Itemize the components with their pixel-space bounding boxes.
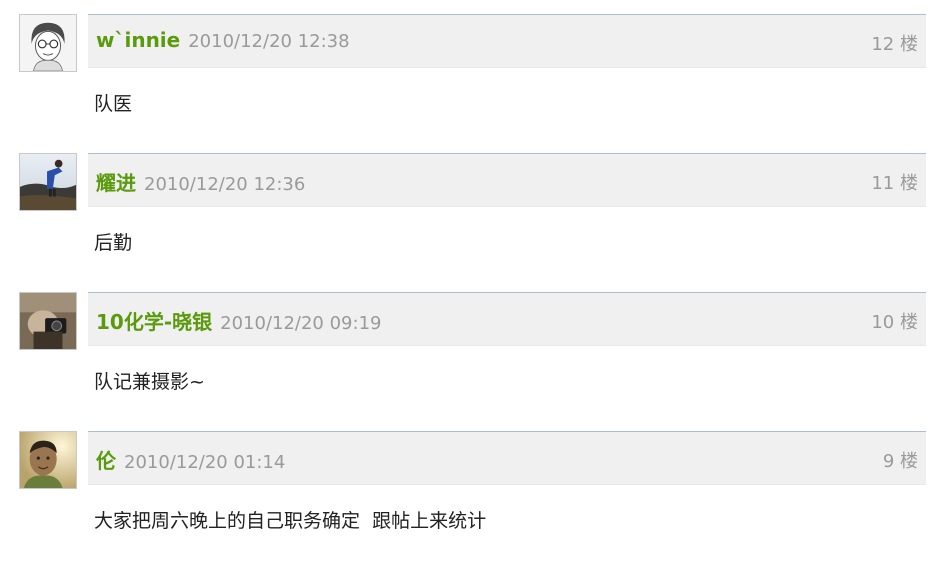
author-label: w`innie <box>96 28 181 52</box>
post-time: 2010/12/20 01:14 <box>124 452 286 473</box>
portrait-photo-avatar <box>20 432 76 488</box>
post-content: 队记兼摄影~ <box>94 371 205 393</box>
author-label: 伦 <box>96 449 116 473</box>
author-label: 10化学-晓银 <box>96 310 213 334</box>
author-name[interactable]: 伦 2010/12/20 01:14 <box>96 445 285 474</box>
post-12: w`innie 2010/12/20 12:38 12 楼 队医 <box>0 14 949 153</box>
avatar[interactable] <box>19 153 77 211</box>
author-name[interactable]: 耀进 2010/12/20 12:36 <box>96 167 305 196</box>
floor-number: 10 楼 <box>871 312 918 333</box>
post-header: 10化学-晓银 2010/12/20 09:19 10 楼 <box>88 292 926 346</box>
avatar[interactable] <box>19 14 77 72</box>
post-content: 队医 <box>94 93 133 115</box>
avatar[interactable] <box>19 292 77 350</box>
floor-number: 11 楼 <box>871 173 918 194</box>
post-11: 耀进 2010/12/20 12:36 11 楼 后勤 <box>0 153 949 292</box>
post-header: 伦 2010/12/20 01:14 9 楼 <box>88 431 926 485</box>
outdoor-photo-avatar <box>20 154 76 210</box>
post-header: w`innie 2010/12/20 12:38 12 楼 <box>88 14 926 68</box>
post-content: 大家把周六晚上的自己职务确定 跟帖上来统计 <box>94 510 487 532</box>
post-9: 伦 2010/12/20 01:14 9 楼 大家把周六晚上的自己职务确定 跟帖上… <box>0 431 949 570</box>
author-label: 耀进 <box>96 171 136 195</box>
sketch-portrait-avatar <box>20 15 76 71</box>
author-name[interactable]: 10化学-晓银 2010/12/20 09:19 <box>96 306 381 335</box>
camera-photo-avatar <box>20 293 76 349</box>
post-time: 2010/12/20 09:19 <box>220 313 382 334</box>
floor-number: 12 楼 <box>871 34 918 55</box>
post-time: 2010/12/20 12:36 <box>144 174 306 195</box>
post-content: 后勤 <box>94 232 133 254</box>
post-time: 2010/12/20 12:38 <box>188 31 350 52</box>
floor-number: 9 楼 <box>882 451 918 472</box>
post-header: 耀进 2010/12/20 12:36 11 楼 <box>88 153 926 207</box>
post-10: 10化学-晓银 2010/12/20 09:19 10 楼 队记兼摄影~ <box>0 292 949 431</box>
avatar[interactable] <box>19 431 77 489</box>
author-name[interactable]: w`innie 2010/12/20 12:38 <box>96 28 350 52</box>
